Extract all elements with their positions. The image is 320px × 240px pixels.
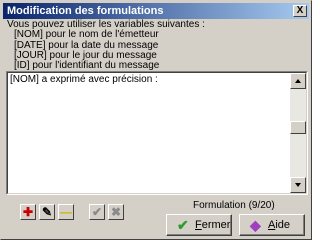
arrow-up-icon bbox=[295, 79, 301, 83]
add-formulation-button[interactable]: ✚ bbox=[20, 204, 36, 220]
cross-icon: ✖ bbox=[110, 205, 122, 219]
window-title: Modification des formulations bbox=[7, 5, 164, 17]
variable-id: [ID] pour l'identifiant du message bbox=[14, 60, 160, 72]
plus-icon: ✚ bbox=[22, 205, 34, 219]
minus-icon: — bbox=[60, 205, 72, 219]
formulation-text[interactable]: [NOM] a exprimé avec précision : bbox=[10, 74, 158, 86]
scroll-up-button[interactable] bbox=[290, 73, 306, 89]
edit-formulation-button[interactable]: ✎ bbox=[39, 204, 55, 220]
check-icon: ✔ bbox=[91, 205, 103, 219]
check-icon: ✔ bbox=[177, 217, 189, 233]
cancel-formulation-button[interactable]: ✖ bbox=[108, 204, 124, 220]
formulation-counter: Formulation (9/20) bbox=[193, 200, 275, 211]
variables-help: Vous pouvez utiliser les variables suiva… bbox=[7, 19, 205, 72]
scroll-thumb[interactable] bbox=[290, 121, 306, 134]
remove-formulation-button[interactable]: — bbox=[58, 204, 74, 220]
title-bar[interactable]: Modification des formulations X bbox=[3, 3, 309, 19]
close-button[interactable]: ✔ Fermer bbox=[166, 214, 232, 236]
book-icon: ◆ bbox=[250, 217, 261, 233]
scroll-down-button[interactable] bbox=[290, 177, 306, 193]
close-window-button[interactable]: X bbox=[293, 5, 307, 17]
edit-icon: ✎ bbox=[41, 205, 53, 219]
vertical-scrollbar[interactable] bbox=[290, 73, 306, 193]
help-button[interactable]: ◆ Aide bbox=[239, 214, 305, 236]
validate-formulation-button[interactable]: ✔ bbox=[89, 204, 105, 220]
formulation-editor[interactable]: [NOM] a exprimé avec précision : bbox=[6, 71, 308, 195]
help-button-label: ide bbox=[275, 219, 291, 231]
dialog-window: Modification des formulations X Vous pou… bbox=[0, 0, 312, 240]
close-button-accel: F bbox=[195, 219, 202, 231]
arrow-down-icon bbox=[295, 183, 301, 187]
close-button-label: ermer bbox=[201, 219, 231, 231]
